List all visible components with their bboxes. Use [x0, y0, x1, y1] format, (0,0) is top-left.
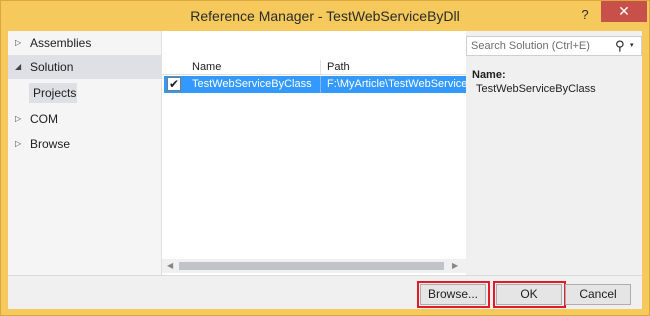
scroll-left-icon[interactable]: ◀: [167, 261, 173, 270]
search-dropdown-icon[interactable]: ▾: [630, 41, 634, 49]
dialog-footer: Browse... OK Cancel: [8, 275, 642, 309]
reference-list: Name Path ✔ TestWebServiceByClass F:\MyA…: [161, 31, 467, 275]
browse-button[interactable]: Browse...: [420, 284, 486, 305]
scroll-right-icon[interactable]: ▶: [452, 261, 458, 270]
details-pane: Name: TestWebServiceByClass: [466, 57, 642, 275]
row-path-cell: F:\MyArticle\TestWebService: [327, 78, 468, 90]
search-box[interactable]: Search Solution (Ctrl+E) ⚲ ▾: [466, 36, 642, 56]
ok-button[interactable]: OK: [496, 284, 562, 305]
cancel-button[interactable]: Cancel: [565, 284, 631, 305]
column-header-name[interactable]: Name: [192, 61, 221, 73]
row-name-cell: TestWebServiceByClass: [192, 78, 312, 90]
horizontal-scrollbar[interactable]: ◀ ▶: [162, 259, 467, 273]
window-title: Reference Manager - TestWebServiceByDll: [190, 8, 460, 24]
sidebar-item-label: Solution: [30, 60, 74, 74]
sidebar-item-solution[interactable]: ◢ Solution: [8, 55, 161, 79]
title-bar[interactable]: Reference Manager - TestWebServiceByDll …: [1, 1, 649, 31]
sidebar-subitem-projects[interactable]: Projects: [29, 83, 77, 103]
sidebar-item-assemblies[interactable]: ▷ Assemblies: [8, 31, 161, 55]
expand-arrow-icon[interactable]: ▷: [15, 31, 21, 55]
search-input[interactable]: Search Solution (Ctrl+E): [471, 40, 590, 52]
help-button[interactable]: ?: [575, 5, 595, 25]
sidebar-item-browse[interactable]: ▷ Browse: [8, 132, 161, 156]
close-button[interactable]: ✕: [601, 1, 647, 22]
sidebar-item-com[interactable]: ▷ COM: [8, 107, 161, 131]
cell-divider: [320, 76, 321, 93]
expand-arrow-icon[interactable]: ▷: [15, 132, 21, 156]
sidebar-item-label: COM: [30, 112, 58, 126]
expand-arrow-icon[interactable]: ▷: [15, 107, 21, 131]
search-icon[interactable]: ⚲: [615, 38, 625, 54]
column-header-path[interactable]: Path: [327, 61, 350, 73]
dialog-client-area: ▷ Assemblies ◢ Solution Projects ▷ COM ▷…: [8, 31, 642, 309]
category-sidebar: ▷ Assemblies ◢ Solution Projects ▷ COM ▷…: [8, 31, 161, 275]
sidebar-item-label: Browse: [30, 137, 71, 151]
list-header: Name Path: [162, 60, 467, 75]
list-row[interactable]: ✔ TestWebServiceByClass F:\MyArticle\Tes…: [164, 76, 467, 93]
details-name-value: TestWebServiceByClass: [476, 83, 596, 95]
details-name-label: Name:: [472, 69, 506, 81]
reference-manager-window: Reference Manager - TestWebServiceByDll …: [0, 0, 650, 316]
column-divider[interactable]: [320, 60, 321, 75]
reference-checkbox[interactable]: ✔: [167, 77, 181, 91]
scrollbar-thumb[interactable]: [179, 262, 444, 270]
sidebar-item-label: Assemblies: [30, 36, 92, 50]
collapse-arrow-icon[interactable]: ◢: [15, 55, 21, 79]
